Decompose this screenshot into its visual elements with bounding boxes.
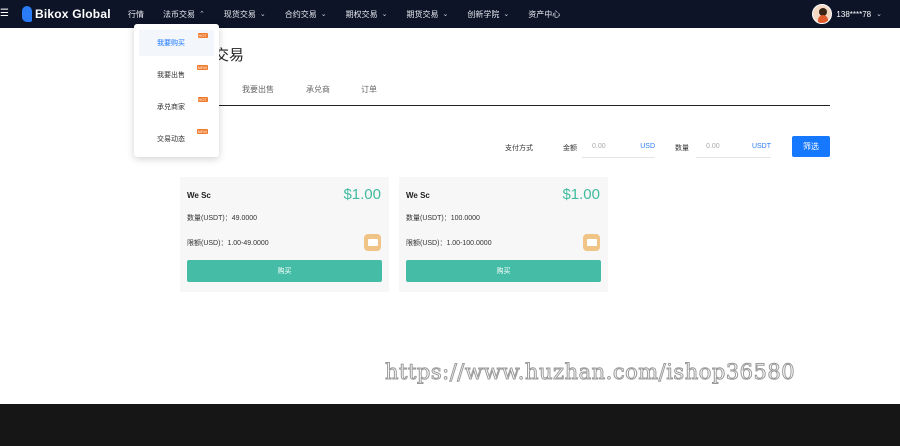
brand-logo[interactable]: Bikox Global (22, 5, 111, 23)
brand-name: Bikox Global (35, 7, 111, 21)
chevron-up-icon: ⌃ (199, 11, 205, 18)
dropdown-item-activity[interactable]: 交易动态 NEW (139, 126, 214, 152)
chevron-down-icon: ⌄ (503, 11, 510, 18)
chevron-down-icon: ⌄ (442, 11, 449, 18)
user-phone: 138****78 (836, 9, 872, 19)
amount-input[interactable]: 0.00 USD (582, 136, 655, 158)
nav-item-fiat[interactable]: 法币交易 ⌃ (163, 9, 205, 20)
chevron-down-icon: ⌄ (259, 11, 266, 18)
hot-badge: HOT (197, 97, 208, 102)
user-menu[interactable]: 138****78 ⌄ (812, 3, 882, 25)
tab-merchants[interactable]: 承兑商 (306, 84, 330, 95)
tab-sell[interactable]: 我要出售 (242, 84, 274, 95)
merchant-name[interactable]: We Sc (187, 191, 211, 200)
nav-item-contract[interactable]: 合约交易 ⌄ (285, 9, 327, 20)
chevron-down-icon: ⌄ (876, 11, 882, 18)
nav-item-market[interactable]: 行情 (128, 9, 144, 20)
buy-button[interactable]: 购买 (406, 260, 601, 282)
merchant-name[interactable]: We Sc (406, 191, 430, 200)
chevron-down-icon: ⌄ (381, 11, 388, 18)
nav-item-spot[interactable]: 现货交易 ⌄ (224, 9, 266, 20)
logo-mark-icon (22, 6, 32, 22)
offer-limit: 限额(USD)：1.00-49.0000 (187, 240, 269, 247)
menu-icon[interactable]: ☰ (0, 8, 9, 20)
offer-limit: 限额(USD)：1.00-100.0000 (406, 240, 492, 247)
quantity-input[interactable]: 0.00 USDT (696, 136, 771, 158)
nav-item-assets[interactable]: 资产中心 (528, 9, 560, 20)
tab-orders[interactable]: 订单 (361, 84, 377, 95)
new-badge: NEW (196, 129, 208, 134)
offer-price: $1.00 (343, 186, 381, 203)
nav-item-options[interactable]: 期权交易 ⌄ (346, 9, 388, 20)
offer-card: We Sc $1.00 数量(USDT)：100.0000 限额(USD)：1.… (399, 177, 608, 292)
offer-quantity: 数量(USDT)：49.0000 (187, 215, 258, 222)
amount-unit: USD (640, 143, 655, 150)
dropdown-item-buy[interactable]: 我要购买 HOT (139, 30, 214, 56)
chevron-down-icon: ⌄ (320, 11, 327, 18)
watermark-text: https://www.huzhan.com/ishop36580 (384, 360, 796, 385)
filter-button[interactable]: 筛选 (792, 136, 830, 157)
nav-item-academy[interactable]: 创新学院 ⌄ (467, 9, 509, 20)
offer-quantity: 数量(USDT)：100.0000 (406, 215, 480, 222)
quantity-unit: USDT (751, 143, 771, 150)
bank-card-icon (583, 234, 600, 251)
avatar[interactable] (812, 4, 833, 24)
offer-card: We Sc $1.00 数量(USDT)：49.0000 限额(USD)：1.0… (180, 177, 389, 292)
nav-item-futures[interactable]: 期货交易 ⌄ (407, 9, 449, 20)
buy-button[interactable]: 购买 (187, 260, 382, 282)
hot-badge: HOT (197, 33, 208, 38)
quantity-label: 数量 (675, 145, 689, 152)
trade-tabs: 我要出售 承兑商 订单 (180, 80, 830, 106)
payment-method-label[interactable]: 支付方式 (505, 143, 533, 153)
dropdown-item-merchants[interactable]: 承兑商家 HOT (139, 94, 214, 120)
dropdown-item-sell[interactable]: 我要出售 NEW (139, 62, 214, 88)
bank-card-icon (364, 234, 381, 251)
footer (0, 404, 900, 446)
fiat-dropdown-menu: 我要购买 HOT 我要出售 NEW 承兑商家 HOT 交易动态 NEW (134, 24, 219, 157)
new-badge: NEW (196, 65, 208, 70)
amount-label: 金额 (563, 145, 577, 152)
offer-price: $1.00 (562, 186, 600, 203)
